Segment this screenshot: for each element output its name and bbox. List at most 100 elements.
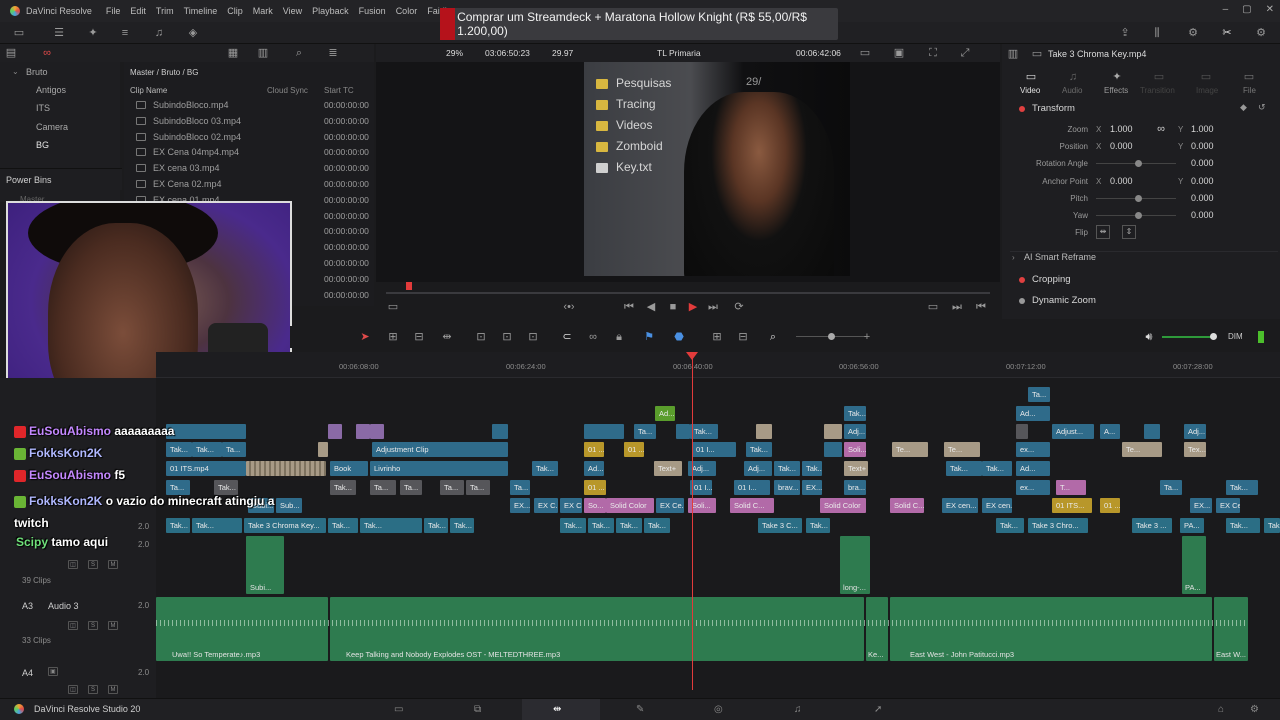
timeline-clip[interactable]: 01 I...	[692, 442, 736, 457]
grid-view-icon[interactable]: ▥	[256, 46, 270, 60]
pitch-slider[interactable]	[1135, 195, 1142, 202]
effects-tab-icon[interactable]: ✦	[1110, 70, 1124, 84]
tab-file[interactable]: File	[1243, 86, 1256, 95]
timeline-clip[interactable]: Tak...	[774, 461, 800, 476]
timeline-clip[interactable]: EX cen...	[942, 498, 978, 513]
timeline-clip[interactable]: Text+	[654, 461, 682, 476]
media-pool-icon[interactable]: ▭	[12, 26, 26, 40]
timeline-clip[interactable]: Tak...	[1264, 518, 1280, 533]
timeline-clip[interactable]: Ta...	[400, 480, 422, 495]
tab-image[interactable]: Image	[1196, 86, 1218, 95]
clip-list-row[interactable]: EX cena 03.mp4 00:00:00:00	[124, 161, 374, 176]
home-icon[interactable]: ⌂	[1218, 704, 1224, 715]
timeline-clip[interactable]: Solid Color	[606, 498, 654, 513]
timeline-clip[interactable]: Tak...	[644, 518, 670, 533]
inspector-icon[interactable]: ✂	[1220, 26, 1234, 40]
timeline-clip[interactable]	[370, 424, 384, 439]
next-edit-icon[interactable]: ⏭	[950, 300, 964, 314]
timeline-zoom-slider[interactable]	[828, 333, 835, 340]
volume-slider[interactable]	[1210, 333, 1217, 340]
timeline-clip[interactable]: 01 I...	[690, 480, 712, 495]
fullscreen-icon[interactable]: ⤢	[958, 46, 972, 60]
timeline-clip[interactable]: Solid C...	[730, 498, 774, 513]
clip-list-row[interactable]: SubindoBloco.mp4 00:00:00:00	[124, 98, 374, 113]
cropping-enable-dot[interactable]	[1019, 277, 1025, 283]
scrubber-head[interactable]	[406, 282, 412, 290]
timeline-clip-livrinho[interactable]: Livrinho	[370, 461, 508, 476]
loop-icon[interactable]: ⟳	[732, 300, 746, 314]
prev-edit-icon[interactable]: ⏮	[974, 300, 988, 314]
timeline-clip[interactable]: EX...	[1190, 498, 1212, 513]
menu-clip[interactable]: Clip	[227, 6, 243, 16]
zoom-y-field[interactable]: 1.000	[1191, 124, 1214, 134]
col-header-cloud-sync[interactable]: Cloud Sync	[267, 86, 308, 95]
timeline-clip[interactable]: Take 3 C...	[758, 518, 802, 533]
timeline-clip[interactable]: Ta...	[466, 480, 490, 495]
timeline-clip[interactable]	[584, 424, 624, 439]
timeline-clip[interactable]	[1144, 424, 1160, 439]
timeline-tracks[interactable]: Ta... Ad... Tak... Ad... p Ta... Tak... …	[156, 378, 1280, 698]
rotation-slider[interactable]	[1135, 160, 1142, 167]
link-icon[interactable]: ∞	[40, 46, 54, 60]
tab-video[interactable]: Video	[1020, 86, 1040, 95]
timeline-name[interactable]: TL Primaria	[657, 48, 701, 58]
mixer-icon[interactable]: ⫼	[1150, 26, 1164, 40]
timeline-clip[interactable]: Tak...	[532, 461, 558, 476]
sound-library-icon[interactable]: ≡	[118, 26, 132, 40]
timeline-clip[interactable]: Ad...	[1016, 461, 1050, 476]
timeline-clip[interactable]: Ad...	[655, 406, 675, 421]
timeline-clip[interactable]: Tak...	[360, 518, 422, 533]
skip-forward-icon[interactable]: ⏭	[706, 300, 720, 314]
timeline-clip[interactable]: Tak...	[946, 461, 982, 476]
inspector-layout-icon[interactable]: ▥	[1006, 47, 1020, 61]
timeline-clip[interactable]: A...	[1100, 424, 1120, 439]
clip-list-row[interactable]: EX Cena 02.mp4 00:00:00:00	[124, 177, 374, 192]
timeline-clip[interactable]	[676, 424, 690, 439]
viewer[interactable]: Pesquisas 29/Tracing13/Videos14/Zomboid15…	[376, 62, 1000, 282]
menu-timeline[interactable]: Timeline	[184, 6, 218, 16]
timeline-clip[interactable]: Ta...	[440, 480, 464, 495]
cut-page-icon[interactable]: ⧉	[474, 704, 481, 715]
anchor-y-field[interactable]: 0.000	[1191, 176, 1214, 186]
skip-back-icon[interactable]: ⏮	[622, 300, 636, 314]
transition-tab-icon[interactable]: ▭	[1152, 70, 1166, 84]
sync-icon[interactable]: ◈	[186, 26, 200, 40]
volume-icon[interactable]: 🔊︎	[1142, 330, 1156, 344]
timeline-clip[interactable]: Tak...	[166, 442, 192, 457]
timeline-clip[interactable]: Tak...	[690, 424, 718, 439]
timeline-clip-book[interactable]: Book	[330, 461, 368, 476]
timeline-clip[interactable]	[328, 424, 342, 439]
timeline-clip[interactable]: Tak...	[746, 442, 772, 457]
edit-page-icon[interactable]: ⇹	[553, 704, 561, 715]
image-tab-icon[interactable]: ▭	[1199, 70, 1213, 84]
menu-file[interactable]: File	[106, 6, 121, 16]
viewer-options-icon[interactable]: ▭	[858, 46, 872, 60]
timeline-clip[interactable]	[756, 424, 772, 439]
timeline-clip[interactable]: Tak...	[328, 518, 358, 533]
link-zoom-icon[interactable]: ∞	[1154, 122, 1168, 136]
bin-item-bg[interactable]: BG	[36, 140, 49, 150]
timeline-clip[interactable]: Adjust...	[1052, 424, 1094, 439]
insert-icon[interactable]: ⊡	[474, 330, 488, 344]
stop-icon[interactable]: ■	[666, 300, 680, 314]
timeline-clip[interactable]: Tak...	[450, 518, 474, 533]
tab-audio[interactable]: Audio	[1062, 86, 1082, 95]
timeline-clip[interactable]: Tak...	[844, 406, 866, 421]
a4-solo-button[interactable]: S	[88, 685, 98, 694]
timeline-clip[interactable]: Tak...	[982, 461, 1012, 476]
a3-mute-button[interactable]: M	[108, 621, 118, 630]
timeline-clip[interactable]: Tak...	[192, 442, 222, 457]
timeline-clip[interactable]: Adj...	[744, 461, 772, 476]
share-icon[interactable]: ⇪	[1118, 26, 1132, 40]
search-icon[interactable]: ⌕	[292, 46, 306, 60]
zoom-full-icon[interactable]: ⊞	[710, 330, 724, 344]
zoom-x-field[interactable]: 1.000	[1110, 124, 1133, 134]
linked-selection-icon[interactable]: ∞	[586, 330, 600, 344]
zoom-custom-icon[interactable]: ⌕	[766, 330, 780, 344]
thumbnail-view-icon[interactable]: ▦	[226, 46, 240, 60]
overwrite-icon[interactable]: ⊡	[500, 330, 514, 344]
maximize-icon[interactable]: ▢	[1242, 4, 1251, 15]
timeline-clip[interactable]: Adj...	[844, 424, 866, 439]
col-header-clip-name[interactable]: Clip Name	[130, 86, 167, 95]
timeline-clip[interactable]: 01 ...	[624, 442, 644, 457]
